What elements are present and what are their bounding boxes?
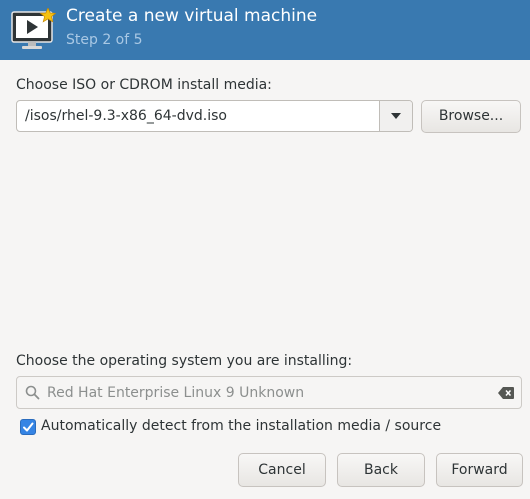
cancel-button[interactable]: Cancel xyxy=(238,453,326,487)
os-label: Choose the operating system you are inst… xyxy=(16,353,353,369)
search-icon xyxy=(25,385,40,400)
iso-path-combo[interactable]: /isos/rhel-9.3-x86_64-dvd.iso xyxy=(16,100,413,132)
iso-path-input[interactable]: /isos/rhel-9.3-x86_64-dvd.iso xyxy=(25,108,227,124)
wizard-title: Create a new virtual machine xyxy=(66,6,318,26)
checkmark-icon xyxy=(23,422,34,432)
chevron-down-icon xyxy=(391,113,401,119)
wizard-step: Step 2 of 5 xyxy=(66,32,143,48)
auto-detect-checkbox[interactable] xyxy=(20,419,36,435)
back-button[interactable]: Back xyxy=(337,453,425,487)
vm-monitor-icon xyxy=(11,8,56,49)
forward-button[interactable]: Forward xyxy=(436,453,523,487)
os-search-field[interactable]: Red Hat Enterprise Linux 9 Unknown xyxy=(16,376,522,409)
wizard-header: Create a new virtual machine Step 2 of 5 xyxy=(0,0,530,60)
clear-icon[interactable] xyxy=(498,387,514,399)
media-label: Choose ISO or CDROM install media: xyxy=(16,77,272,93)
browse-button[interactable]: Browse... xyxy=(421,100,521,133)
iso-dropdown-button[interactable] xyxy=(380,101,412,131)
os-search-input[interactable]: Red Hat Enterprise Linux 9 Unknown xyxy=(47,385,304,401)
auto-detect-label[interactable]: Automatically detect from the installati… xyxy=(41,418,441,434)
